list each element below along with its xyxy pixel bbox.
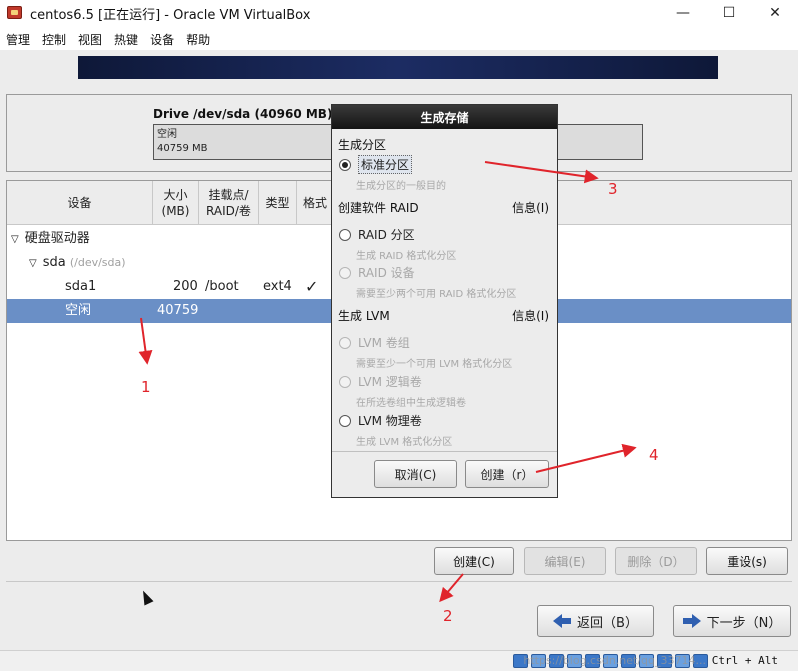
maximize-button[interactable]: ☐	[706, 0, 752, 26]
free-size: 40759	[157, 303, 199, 318]
raid-partition-desc: 生成 RAID 格式化分区	[356, 251, 457, 262]
header-size[interactable]: 大小 (MB)	[153, 181, 199, 225]
drive-title: Drive /dev/sda (40960 MB)	[153, 107, 333, 121]
radio-standard-partition[interactable]: 标准分区	[339, 155, 413, 174]
next-button[interactable]: 下一步（N）	[673, 605, 791, 637]
menu-devices[interactable]: 设备	[144, 31, 180, 48]
watermark: https://blog.csdn.net/qq_33714...	[523, 654, 706, 667]
annotation-label-4: 4	[649, 446, 659, 464]
radio-lvm-volume-group[interactable]: LVM 卷组	[339, 334, 410, 351]
installer-banner	[78, 56, 718, 79]
free-name: 空闲	[65, 303, 92, 318]
arrow-left-icon	[553, 614, 572, 628]
header-device[interactable]: 设备	[7, 181, 153, 225]
menu-manage[interactable]: 管理	[0, 31, 36, 48]
lvm-vg-label: LVM 卷组	[358, 336, 410, 350]
dialog-divider	[332, 451, 557, 452]
header-mount[interactable]: 挂载点/ RAID/卷	[199, 181, 259, 225]
header-type[interactable]: 类型	[259, 181, 297, 225]
menu-view[interactable]: 视图	[72, 31, 108, 48]
virtualbox-icon	[6, 5, 24, 21]
status-bar: https://blog.csdn.net/qq_33714... Ctrl +…	[0, 650, 798, 671]
title-bar: centos6.5 [正在运行] - Oracle VM VirtualBox …	[0, 0, 798, 26]
radio-icon	[339, 375, 351, 388]
radio-raid-device[interactable]: RAID 设备	[339, 264, 415, 281]
section-partition: 生成分区	[338, 138, 387, 152]
back-label: 返回（B）	[577, 615, 638, 631]
host-key-label: Ctrl + Alt	[711, 654, 778, 667]
annotation-label-1: 1	[141, 378, 151, 396]
raid-partition-label: RAID 分区	[358, 228, 415, 242]
radio-raid-partition[interactable]: RAID 分区	[339, 226, 415, 243]
radio-icon	[339, 228, 351, 241]
annotation-label-3: 3	[608, 180, 618, 198]
dialog-create-button[interactable]: 创建（r）	[465, 460, 549, 488]
dialog-title: 生成存储	[332, 105, 557, 129]
sda1-mount: /boot	[205, 279, 239, 294]
disk-name: sda	[42, 255, 66, 270]
sda1-size: 200	[173, 279, 198, 294]
radio-checked-icon	[339, 158, 351, 171]
group-label: 硬盘驱动器	[24, 231, 90, 246]
menu-help[interactable]: 帮助	[180, 31, 216, 48]
radio-lvm-logical-volume[interactable]: LVM 逻辑卷	[339, 373, 422, 390]
edit-button[interactable]: 编辑(E)	[524, 547, 606, 575]
radio-icon	[339, 414, 351, 427]
radio-icon	[339, 336, 351, 349]
disk-path: (/dev/sda)	[69, 256, 126, 269]
back-button[interactable]: 返回（B）	[537, 605, 654, 637]
divider	[6, 581, 792, 582]
menu-control[interactable]: 控制	[36, 31, 72, 48]
sda1-type: ext4	[263, 279, 292, 294]
lvm-lv-label: LVM 逻辑卷	[358, 375, 422, 389]
create-button[interactable]: 创建(C)	[434, 547, 514, 575]
expand-triangle-icon[interactable]: ▽	[11, 228, 19, 252]
sda1-name: sda1	[65, 279, 97, 294]
raid-device-label: RAID 设备	[358, 266, 415, 280]
radio-lvm-physical-volume[interactable]: LVM 物理卷	[339, 412, 422, 429]
header-format[interactable]: 格式	[297, 181, 333, 225]
standard-label: 标准分区	[358, 155, 413, 174]
delete-button[interactable]: 删除（D）	[615, 547, 697, 575]
lvm-pv-label: LVM 物理卷	[358, 414, 422, 428]
minimize-button[interactable]: —	[660, 0, 706, 26]
next-label: 下一步（N）	[706, 615, 782, 631]
close-button[interactable]: ✕	[752, 0, 798, 26]
window-title: centos6.5 [正在运行] - Oracle VM VirtualBox	[30, 7, 311, 23]
lvm-lv-desc: 在所选卷组中生成逻辑卷	[356, 398, 466, 409]
arrow-right-icon	[682, 614, 701, 628]
create-storage-dialog: 生成存储 生成分区 标准分区 生成分区的一般目的 创建软件 RAID 信息(I)…	[331, 104, 558, 498]
menu-hotkeys[interactable]: 热键	[108, 31, 144, 48]
section-lvm: 生成 LVM	[338, 309, 390, 323]
raid-info-button[interactable]: 信息(I)	[512, 199, 549, 216]
section-raid: 创建软件 RAID	[338, 201, 419, 215]
reset-button[interactable]: 重设(s)	[706, 547, 788, 575]
raid-device-desc: 需要至少两个可用 RAID 格式化分区	[356, 289, 517, 300]
annotation-label-2: 2	[443, 607, 453, 625]
lvm-vg-desc: 需要至少一个可用 LVM 格式化分区	[356, 359, 513, 370]
menu-bar: 管理 控制 视图 热键 设备 帮助	[0, 28, 798, 50]
lvm-pv-desc: 生成 LVM 格式化分区	[356, 437, 453, 448]
radio-icon	[339, 266, 351, 279]
window-controls: — ☐ ✕	[660, 0, 798, 26]
dialog-cancel-button[interactable]: 取消(C)	[374, 460, 457, 488]
standard-desc: 生成分区的一般目的	[356, 181, 446, 192]
lvm-info-button[interactable]: 信息(I)	[512, 307, 549, 324]
expand-triangle-icon[interactable]: ▽	[29, 252, 37, 276]
format-check-icon: ✓	[305, 277, 319, 296]
